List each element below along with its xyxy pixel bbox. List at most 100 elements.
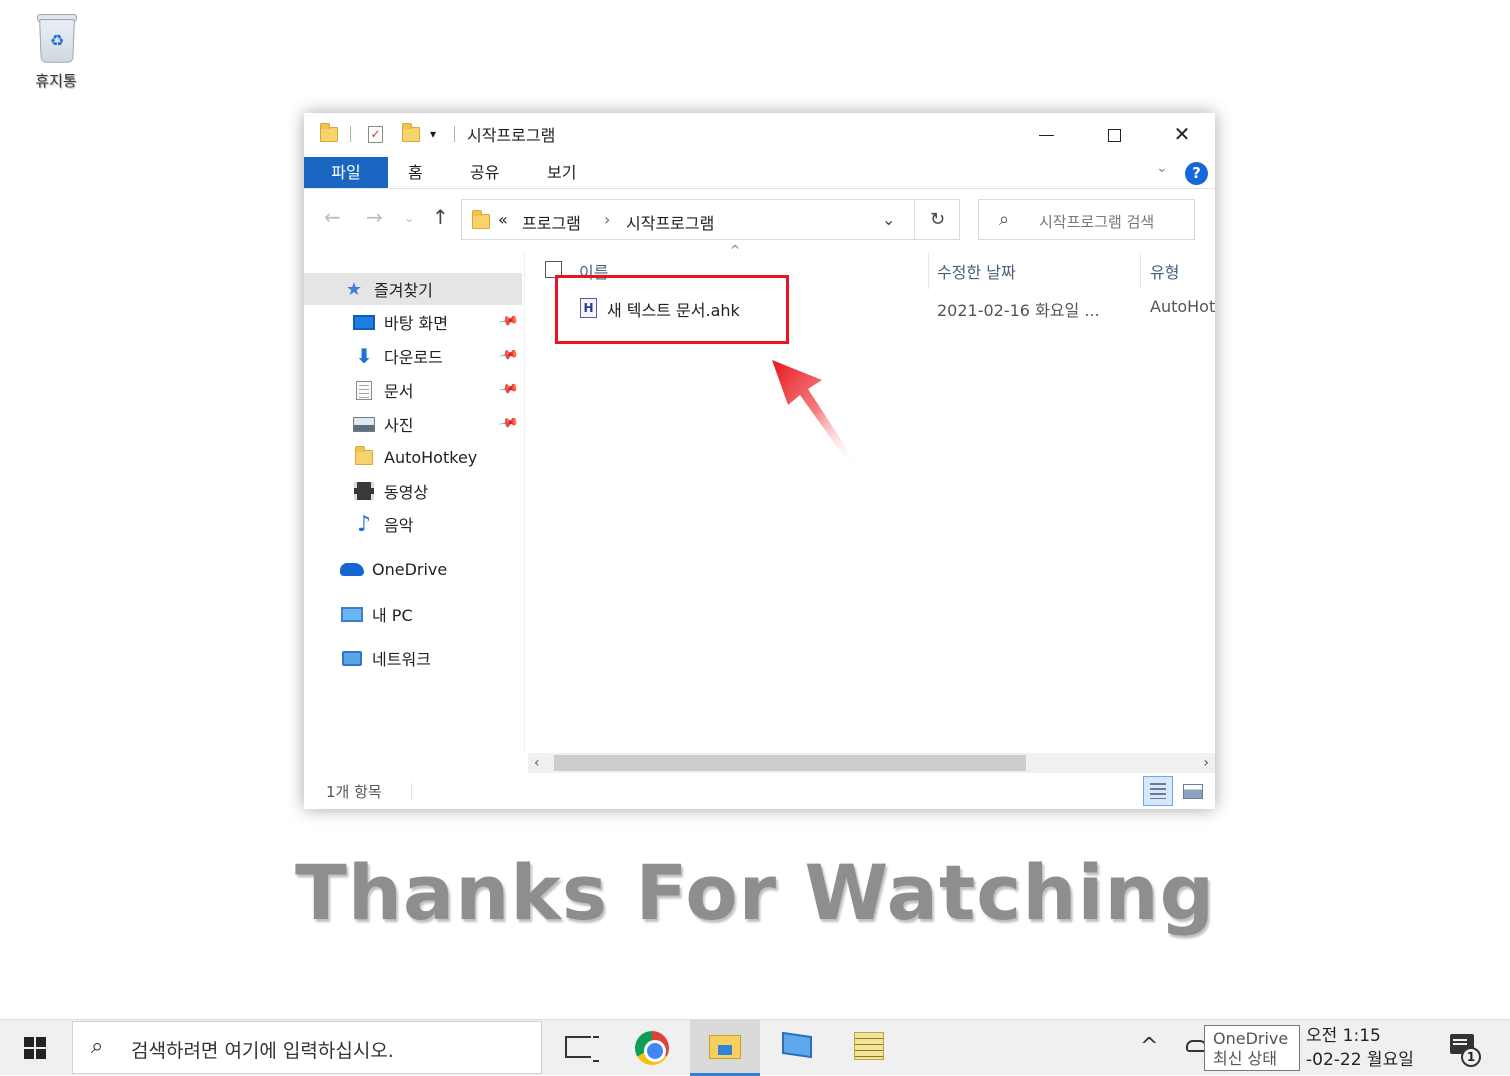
notepad-taskbar-button[interactable] <box>834 1020 904 1076</box>
show-hidden-icons-icon[interactable]: ^ <box>1140 1034 1158 1059</box>
nav-this-pc[interactable]: 내 PC <box>304 598 522 630</box>
forward-button[interactable]: → <box>366 205 383 229</box>
expand-ribbon-icon[interactable]: ⌄ <box>1156 160 1168 176</box>
task-view-button[interactable] <box>543 1020 613 1076</box>
maximize-button[interactable] <box>1080 113 1148 155</box>
start-button[interactable] <box>0 1020 70 1076</box>
pin-icon[interactable]: 📌 <box>497 413 519 435</box>
column-header-type[interactable]: 유형 <box>1150 259 1179 289</box>
nav-label: 바탕 화면 <box>384 314 448 333</box>
music-icon: ♪ <box>356 511 372 537</box>
chrome-taskbar-button[interactable] <box>617 1020 687 1076</box>
file-explorer-taskbar-button[interactable] <box>690 1020 760 1076</box>
nav-label: 문서 <box>384 382 414 401</box>
close-button[interactable]: ✕ <box>1148 113 1216 155</box>
nav-item-desktop[interactable]: 바탕 화면 📌 <box>304 306 522 338</box>
quick-access-dropdown-icon[interactable]: ▾ <box>430 123 436 145</box>
remote-desktop-taskbar-button[interactable] <box>762 1020 832 1076</box>
window-title: 시작프로그램 <box>467 126 556 145</box>
nav-item-pictures[interactable]: 사진 📌 <box>304 408 522 440</box>
tab-file[interactable]: 파일 <box>304 157 388 188</box>
tab-home[interactable]: 홈 <box>408 157 423 188</box>
tab-share[interactable]: 공유 <box>470 157 499 188</box>
refresh-icon: ↻ <box>929 209 946 230</box>
pin-icon[interactable]: 📌 <box>497 379 519 401</box>
computer-icon <box>782 1031 812 1059</box>
large-icons-view-button[interactable] <box>1178 776 1208 806</box>
chevron-down-icon: ⌄ <box>404 211 415 225</box>
refresh-button[interactable]: ↻ <box>914 200 960 239</box>
onedrive-tooltip: OneDrive 최신 상태 <box>1204 1025 1300 1071</box>
chrome-icon <box>635 1031 669 1065</box>
scrollbar-thumb[interactable] <box>554 755 1026 771</box>
horizontal-scrollbar[interactable]: ‹ › <box>528 753 1215 773</box>
status-separator <box>411 783 412 799</box>
nav-label: 동영상 <box>384 483 429 502</box>
address-bar[interactable]: « 프로그램 › 시작프로그램 ⌄ ↻ <box>461 199 960 240</box>
windows-logo-icon <box>24 1037 46 1059</box>
recycle-bin-shortcut[interactable]: ♻ 휴지통 <box>18 10 94 91</box>
back-button[interactable]: ← <box>324 205 341 229</box>
highlight-box <box>555 275 789 344</box>
column-divider[interactable] <box>1140 253 1141 289</box>
address-dropdown-icon[interactable]: ⌄ <box>882 210 895 229</box>
nav-onedrive[interactable]: OneDrive <box>304 553 522 585</box>
desktop-icon <box>353 314 375 330</box>
recent-locations-button[interactable]: ⌄ <box>404 211 414 225</box>
minimize-icon <box>1038 134 1054 137</box>
breadcrumb-separator-icon[interactable]: › <box>604 210 610 229</box>
navigation-pane: ★ 즐겨찾기 바탕 화면 📌 ⬇ 다운로드 📌 문서 📌 사진 📌 AutoHo… <box>304 273 524 733</box>
documents-icon <box>356 380 372 400</box>
clock-date: -02-22 월요일 <box>1306 1050 1414 1070</box>
nav-label: 사진 <box>384 416 414 435</box>
annotation-arrow-icon <box>772 360 855 465</box>
title-bar[interactable]: ✓ ▾ 시작프로그램 ✕ <box>304 113 1215 155</box>
nav-item-downloads[interactable]: ⬇ 다운로드 📌 <box>304 340 522 372</box>
star-icon: ★ <box>345 278 363 300</box>
thanks-banner: Thanks For Watching <box>294 848 1215 937</box>
column-divider[interactable] <box>928 253 929 289</box>
nav-item-documents[interactable]: 문서 📌 <box>304 374 522 406</box>
scroll-left-icon[interactable]: ‹ <box>534 753 540 773</box>
folder-icon <box>320 122 338 142</box>
breadcrumb-overflow[interactable]: « <box>498 210 508 229</box>
nav-item-videos[interactable]: 동영상 <box>304 475 522 507</box>
breadcrumb-startup[interactable]: 시작프로그램 <box>626 210 714 234</box>
column-header-modified[interactable]: 수정한 날짜 <box>937 259 1016 289</box>
folder-icon <box>355 445 373 465</box>
minimize-button[interactable] <box>1012 113 1080 155</box>
nav-label: OneDrive <box>372 559 448 579</box>
clock[interactable]: 오전 1:15 -02-22 월요일 <box>1306 1024 1414 1072</box>
pin-icon[interactable]: 📌 <box>497 345 519 367</box>
nav-item-music[interactable]: ♪ 음악 <box>304 508 522 540</box>
pin-icon[interactable]: 📌 <box>497 311 519 333</box>
help-icon[interactable]: ? <box>1185 162 1208 185</box>
nav-item-autohotkey[interactable]: AutoHotkey <box>304 441 522 473</box>
taskbar-search-box[interactable]: ⌕ 검색하려면 여기에 입력하십시오. <box>72 1021 542 1074</box>
toolbar-separator <box>454 126 455 142</box>
breadcrumb-programs[interactable]: 프로그램 <box>522 210 581 234</box>
pictures-icon <box>353 416 375 432</box>
tooltip-status: 최신 상태 <box>1213 1049 1277 1068</box>
nav-label: AutoHotkey <box>384 447 478 467</box>
notification-badge: 1 <box>1461 1047 1481 1067</box>
toolbar-separator <box>350 126 351 142</box>
properties-icon[interactable]: ✓ <box>368 125 383 143</box>
tab-view[interactable]: 보기 <box>547 157 576 188</box>
details-view-button[interactable] <box>1143 776 1173 806</box>
task-view-icon <box>565 1036 599 1062</box>
nav-network[interactable]: 네트워크 <box>304 642 522 674</box>
maximize-icon <box>1107 129 1121 142</box>
sort-ascending-icon: ^ <box>730 243 741 257</box>
scroll-right-icon[interactable]: › <box>1203 753 1209 773</box>
new-folder-icon[interactable] <box>402 122 420 142</box>
status-item-count: 1개 항목 <box>326 783 382 801</box>
nav-label: 네트워크 <box>372 650 431 669</box>
pane-splitter[interactable] <box>524 253 525 753</box>
nav-label: 다운로드 <box>384 348 443 367</box>
search-box[interactable]: ⌕ 시작프로그램 검색 <box>978 199 1195 240</box>
up-button[interactable]: ↑ <box>432 205 449 229</box>
file-modified-date: 2021-02-16 화요일 ... <box>937 301 1100 320</box>
nav-quick-access[interactable]: ★ 즐겨찾기 <box>304 273 522 305</box>
network-icon <box>342 650 362 666</box>
